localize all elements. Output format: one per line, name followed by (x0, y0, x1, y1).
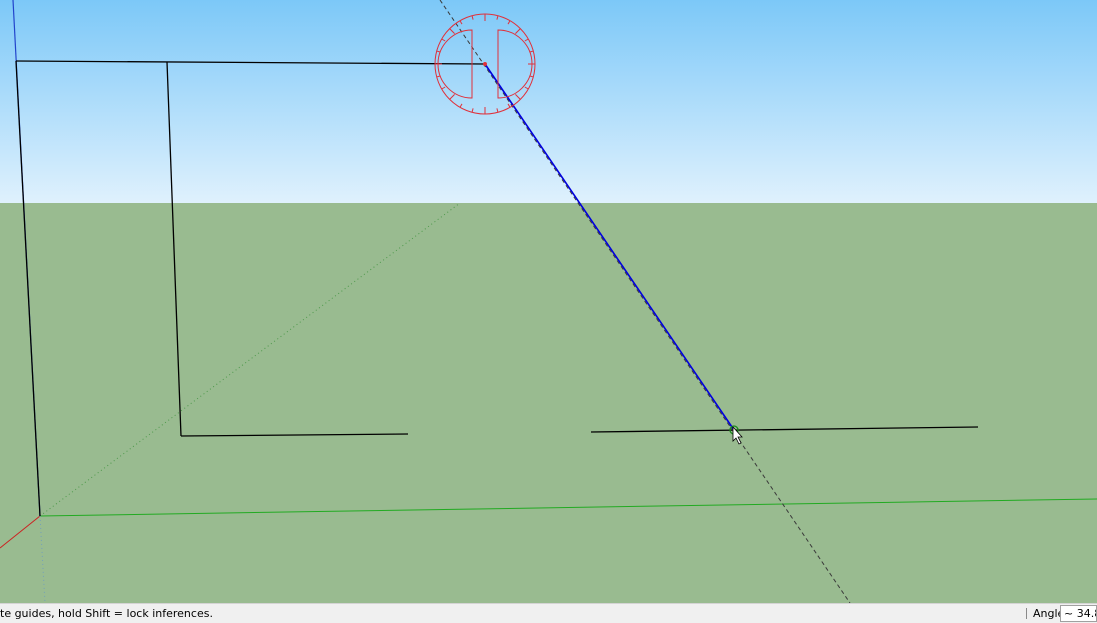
measurements-input[interactable]: ~ 34.8 (1060, 605, 1097, 622)
status-bar-divider (1026, 608, 1027, 619)
scene-canvas[interactable] (0, 0, 1097, 603)
sky (0, 0, 1097, 203)
ground-plane[interactable] (0, 203, 1097, 603)
status-hint-text: te guides, hold Shift = lock inferences. (0, 607, 213, 620)
3d-viewport[interactable] (0, 0, 1097, 603)
status-bar: te guides, hold Shift = lock inferences.… (0, 603, 1097, 623)
